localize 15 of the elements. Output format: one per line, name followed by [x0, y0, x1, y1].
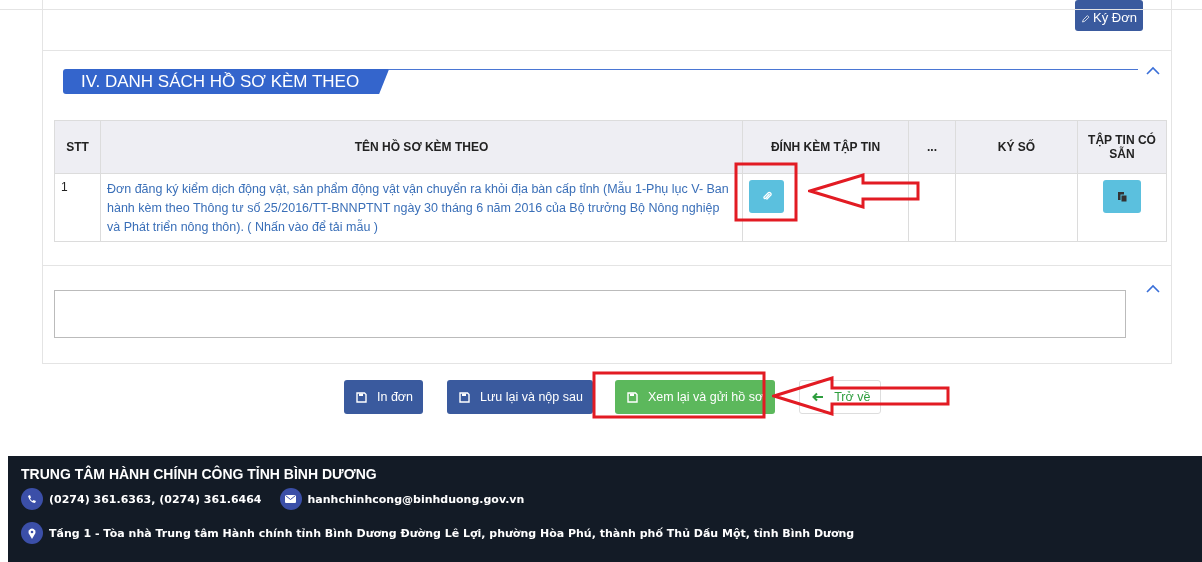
- table-cell: 1: [54, 173, 101, 242]
- phone-numbers: (0274) 361.6363, (0274) 361.6464: [49, 492, 262, 506]
- column-header: TẬP TIN CÓ SẴN: [1077, 120, 1167, 174]
- email-address: hanhchinhcong@binhduong.gov.vn: [307, 492, 525, 506]
- section-title: IV. DANH SÁCH HỒ SƠ KÈM THEO: [63, 69, 390, 94]
- column-header: ...: [908, 120, 956, 174]
- footer-title: TRUNG TÂM HÀNH CHÍNH CÔNG TỈNH BÌNH DƯƠNG: [21, 466, 378, 482]
- column-header: TÊN HỒ SƠ KÈM THEO: [100, 120, 743, 174]
- column-header: STT: [54, 120, 101, 174]
- address: Tầng 1 - Tòa nhà Trung tâm Hành chính tỉnh Bình Dương Đường Lê Lợi, phường Hòa Phú, thành phố Thủ Dầu Một, tỉnh Bình Dương: [49, 526, 855, 540]
- sign-button[interactable]: Ký Đơn: [1075, 0, 1143, 31]
- action-button[interactable]: Lưu lại và nộp sau: [447, 380, 593, 414]
- action-button[interactable]: In đơn: [344, 380, 423, 414]
- column-header: KÝ SỐ: [955, 120, 1078, 174]
- column-header: ĐÍNH KÈM TẬP TIN: [742, 120, 909, 174]
